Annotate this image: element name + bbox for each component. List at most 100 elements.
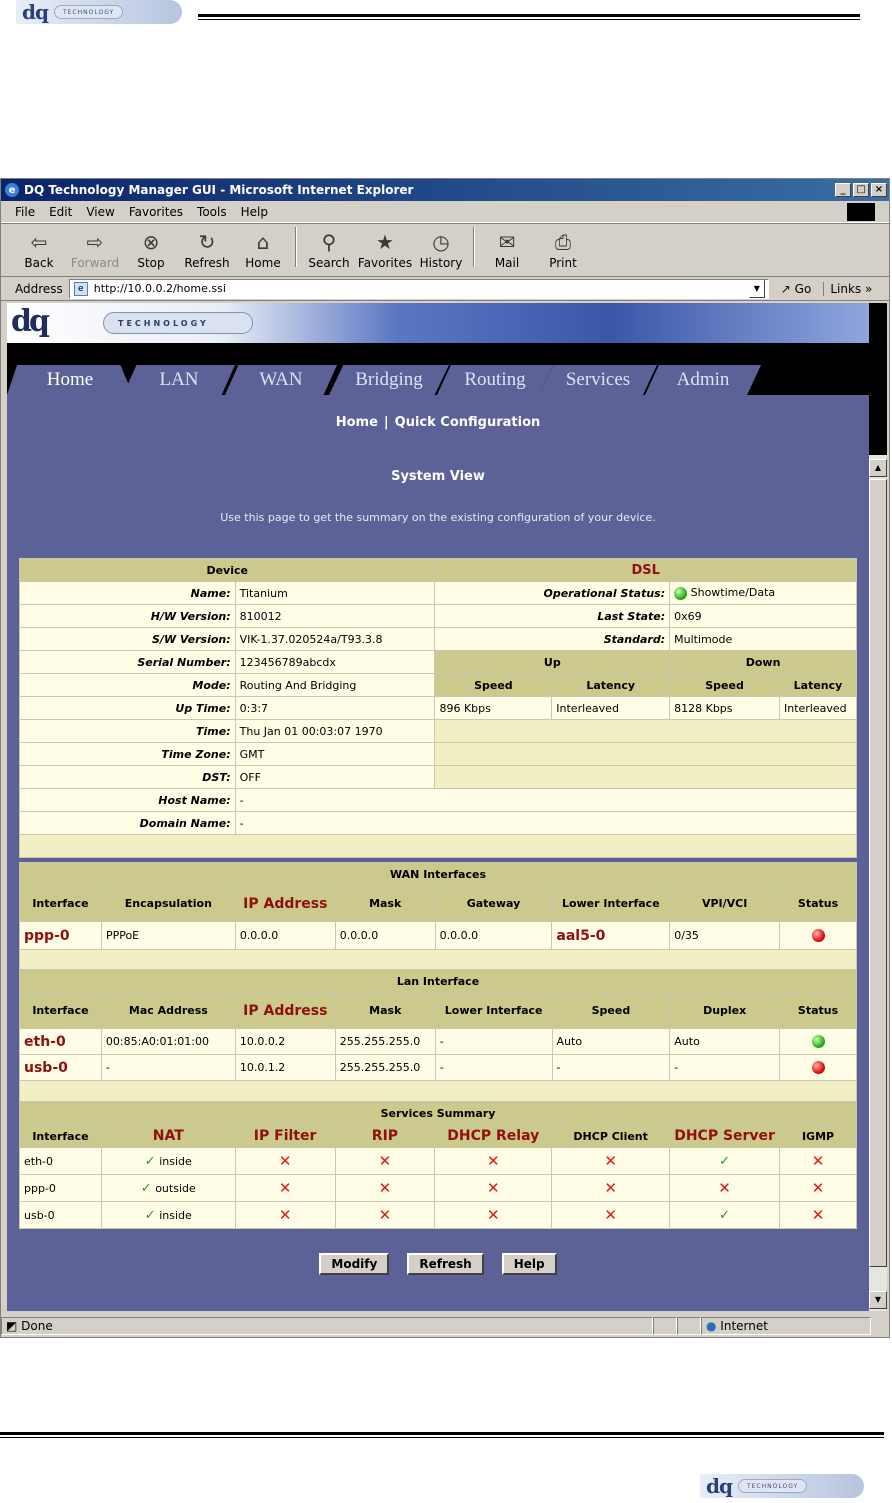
dsl-label: Standard: (434, 627, 671, 651)
wan-col-header: Gateway (434, 885, 553, 922)
links-button[interactable]: Links » (823, 281, 872, 296)
mail-icon: ✉ (498, 230, 516, 254)
table-row: usb-0 - 10.0.1.2 255.255.255.0 - - - (19, 1054, 857, 1081)
tab-services[interactable]: Services (539, 365, 657, 395)
device-label: Serial Number: (19, 650, 236, 674)
cross-icon: ✕ (378, 1206, 392, 1224)
status-text: ◩ Done (1, 1317, 653, 1335)
cross-icon: ✕ (278, 1179, 292, 1197)
lan-col-header: Duplex (669, 992, 781, 1029)
menu-tools[interactable]: Tools (197, 205, 227, 219)
forward-arrow-icon: ⇨ (86, 230, 104, 254)
scroll-thumb[interactable] (869, 479, 887, 1267)
tab-lan[interactable]: LAN (123, 365, 235, 395)
device-value: OFF (234, 765, 436, 789)
address-input[interactable]: e http://10.0.0.2/home.ssi (68, 278, 769, 299)
wan-col-header-link[interactable]: IP Address (234, 885, 336, 922)
services-nat: ✓ outside (100, 1174, 236, 1202)
vertical-scrollbar[interactable]: ▲ ▼ (869, 303, 887, 1311)
stop-button[interactable]: ⊗ Stop (123, 230, 179, 270)
cross-icon: ✕ (278, 1206, 292, 1224)
subnav-home-link[interactable]: Home (336, 415, 378, 430)
lan-col-header-link[interactable]: IP Address (234, 992, 336, 1029)
services-table: Services Summary Interface NAT IP Filter… (19, 1101, 857, 1229)
dsl-col-header: Latency (778, 673, 858, 697)
cross-icon: ✕ (486, 1152, 500, 1170)
wan-interface-link[interactable]: ppp-0 (19, 921, 102, 950)
scroll-up-button[interactable]: ▲ (869, 459, 887, 477)
favorites-button[interactable]: ★ Favorites (357, 230, 413, 270)
home-button[interactable]: ⌂ Home (235, 230, 291, 270)
lan-mac: - (100, 1054, 236, 1081)
device-value: 810012 (234, 604, 436, 628)
menu-edit[interactable]: Edit (49, 205, 72, 219)
menu-file[interactable]: File (15, 205, 35, 219)
tab-wan[interactable]: WAN (225, 365, 337, 395)
wan-col-header: VPI/VCI (669, 885, 781, 922)
lan-interface-link[interactable]: eth-0 (19, 1028, 102, 1055)
check-icon: ✓ (719, 1153, 731, 1169)
tab-home[interactable]: Home (7, 365, 133, 395)
forward-button[interactable]: ⇨ Forward (67, 230, 123, 270)
wan-mask: 0.0.0.0 (334, 921, 436, 950)
search-button[interactable]: ⚲ Search (301, 230, 357, 270)
minimize-button[interactable]: _ (835, 183, 851, 197)
cross-icon: ✕ (378, 1152, 392, 1170)
scroll-down-button[interactable]: ▼ (869, 1291, 887, 1309)
maximize-button[interactable]: □ (853, 183, 869, 197)
empty-cell (434, 765, 857, 789)
history-button[interactable]: ◷ History (413, 230, 469, 270)
services-col-header: IGMP (779, 1124, 857, 1148)
globe-icon: ● (706, 1319, 721, 1333)
dsl-standard: Multimode (669, 627, 857, 651)
subnav-quick-configuration-link[interactable]: Quick Configuration (395, 415, 541, 430)
spacer-row (19, 834, 857, 858)
menu-favorites[interactable]: Favorites (129, 205, 183, 219)
services-col-header-link[interactable]: RIP (334, 1124, 436, 1148)
logo-text: dq (706, 1474, 733, 1498)
refresh-button[interactable]: Refresh (407, 1253, 484, 1275)
menu-help[interactable]: Help (241, 205, 268, 219)
tab-bridging[interactable]: Bridging (329, 365, 449, 395)
refresh-browser-button[interactable]: ↻ Refresh (179, 230, 235, 270)
lan-duplex: - (669, 1054, 781, 1081)
cross-icon: ✕ (604, 1206, 617, 1224)
status-red-icon (811, 929, 825, 943)
address-dropdown-button[interactable]: ▼ (748, 279, 765, 298)
go-button[interactable]: ↗ Go (781, 282, 812, 296)
lan-duplex: Auto (669, 1028, 781, 1055)
table-row: usb-0 ✓ inside ✕ ✕ ✕ ✕ ✓ ✕ (19, 1201, 857, 1229)
window-titlebar: e DQ Technology Manager GUI - Microsoft … (1, 179, 889, 201)
lan-interface-link[interactable]: usb-0 (19, 1054, 102, 1081)
wan-table: WAN Interfaces Interface Encapsulation I… (19, 862, 857, 973)
services-col-header-link[interactable]: IP Filter (234, 1124, 336, 1148)
lan-mask: 255.255.255.0 (334, 1054, 436, 1081)
lan-col-header: Mac Address (100, 992, 236, 1029)
close-button[interactable]: × (871, 183, 887, 197)
modify-button[interactable]: Modify (319, 1253, 390, 1275)
lan-speed: - (551, 1054, 671, 1081)
back-button[interactable]: ⇦ Back (11, 230, 67, 270)
stop-icon: ⊗ (142, 230, 160, 254)
zone-indicator: ● Internet (701, 1317, 871, 1335)
check-icon: ✓ (719, 1207, 731, 1223)
device-label: S/W Version: (19, 627, 236, 651)
services-dhcp-relay: ✕ (434, 1147, 553, 1175)
tab-routing[interactable]: Routing (437, 365, 553, 395)
device-value: - (234, 788, 858, 812)
tab-admin[interactable]: Admin (645, 365, 761, 395)
device-value: - (234, 811, 858, 835)
menu-view[interactable]: View (86, 205, 114, 219)
mail-button[interactable]: ✉ Mail (479, 230, 535, 270)
wan-lower-interface-link[interactable]: aal5-0 (551, 921, 671, 950)
services-col-header-link[interactable]: NAT (100, 1124, 236, 1148)
dsl-header[interactable]: DSL (434, 558, 857, 582)
help-button[interactable]: Help (501, 1253, 557, 1275)
doc-header-logo: dq TECHNOLOGY (16, 0, 182, 24)
services-col-header-link[interactable]: DHCP Server (669, 1124, 781, 1148)
print-button[interactable]: ⎙ Print (535, 230, 591, 270)
services-col-header-link[interactable]: DHCP Relay (434, 1124, 553, 1148)
cross-icon: ✕ (604, 1179, 617, 1197)
lan-lower: - (434, 1028, 553, 1055)
device-label: Host Name: (19, 788, 236, 812)
